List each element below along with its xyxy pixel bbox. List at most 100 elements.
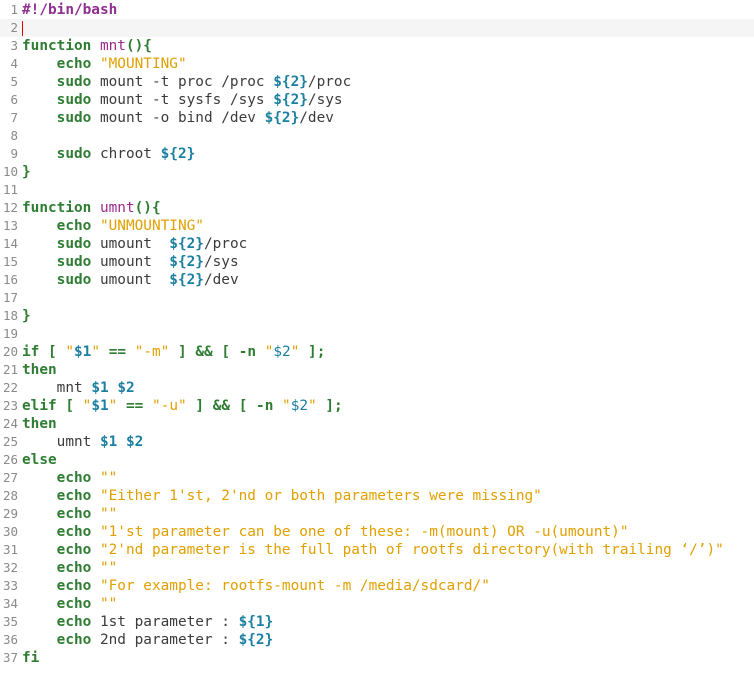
code-line[interactable]: 1 #!/bin/bash bbox=[0, 1, 754, 19]
line-number: 29 bbox=[2, 506, 18, 521]
code-token-op: ] bbox=[178, 344, 187, 360]
code-line[interactable]: 32 echo "" bbox=[0, 559, 754, 577]
code-line[interactable]: 36 echo 2nd parameter : ${2} bbox=[0, 631, 754, 649]
code-token-builtin: echo bbox=[56, 524, 92, 540]
line-content: echo "Either 1'st, 2'nd or both paramete… bbox=[18, 487, 542, 505]
code-line[interactable]: 6 sudo mount -t sysfs /sys ${2}/sys bbox=[0, 91, 754, 109]
line-content: sudo umount ${2}/dev bbox=[18, 271, 239, 289]
code-line[interactable]: 22 mnt $1 $2 bbox=[0, 379, 754, 397]
line-content: echo "UNMOUNTING" bbox=[18, 217, 204, 235]
code-line[interactable]: 2 bbox=[0, 19, 754, 37]
code-line[interactable]: 25 umnt $1 $2 bbox=[0, 433, 754, 451]
code-token-var-b: ${2} bbox=[238, 632, 274, 648]
code-token-text: 2nd parameter : bbox=[91, 632, 239, 648]
line-number: 36 bbox=[2, 632, 18, 647]
line-number: 23 bbox=[2, 398, 18, 413]
code-line[interactable]: 24 then bbox=[0, 415, 754, 433]
line-content: fi bbox=[18, 649, 39, 667]
code-token-op: [ bbox=[65, 398, 74, 414]
code-token-text: /dev bbox=[299, 110, 334, 126]
code-token-builtin: sudo bbox=[56, 272, 92, 288]
code-token-builtin: sudo bbox=[56, 254, 92, 270]
code-token-funcname: mnt bbox=[99, 38, 126, 54]
code-line[interactable]: 9 sudo chroot ${2} bbox=[0, 145, 754, 163]
code-line[interactable]: 20 if [ "$1" == "-m" ] && [ -n "$2" ]; bbox=[0, 343, 754, 361]
code-token-op: } bbox=[22, 164, 31, 180]
line-number: 4 bbox=[10, 56, 18, 71]
line-content: if [ "$1" == "-m" ] && [ -n "$2" ]; bbox=[18, 343, 325, 361]
code-line[interactable]: 8 bbox=[0, 127, 754, 145]
code-token-builtin: echo bbox=[56, 542, 92, 558]
code-token-text: umount bbox=[91, 254, 170, 270]
code-token-text: /dev bbox=[203, 272, 239, 288]
code-token-keyword: function bbox=[22, 38, 92, 54]
code-editor[interactable]: 1 #!/bin/bash 2 3 function mnt(){4 echo "MOU… bbox=[0, 0, 754, 673]
line-number: 12 bbox=[2, 200, 18, 215]
code-token-string: " bbox=[65, 344, 75, 360]
code-line[interactable]: 18} bbox=[0, 307, 754, 325]
code-line[interactable]: 26 else bbox=[0, 451, 754, 469]
code-line[interactable]: 11 bbox=[0, 181, 754, 199]
code-token-keyword: if bbox=[22, 344, 40, 360]
code-line[interactable]: 13 echo "UNMOUNTING" bbox=[0, 217, 754, 235]
code-line[interactable]: 7 sudo mount -o bind /dev ${2}/dev bbox=[0, 109, 754, 127]
code-token-var-b: ${2} bbox=[169, 236, 204, 252]
code-token-builtin: echo bbox=[56, 596, 92, 612]
code-token-op: -n bbox=[256, 398, 274, 414]
code-line[interactable]: 17 bbox=[0, 289, 754, 307]
code-token-keyword: elif bbox=[22, 398, 57, 414]
code-line[interactable]: 27 echo "" bbox=[0, 469, 754, 487]
code-token-builtin: echo bbox=[56, 614, 92, 630]
code-line[interactable]: 29 echo "" bbox=[0, 505, 754, 523]
code-line[interactable]: 28 echo "Either 1'st, 2'nd or both param… bbox=[0, 487, 754, 505]
code-line[interactable]: 15 sudo umount ${2}/sys bbox=[0, 253, 754, 271]
code-token-op: [ bbox=[221, 344, 231, 360]
code-token-builtin: echo bbox=[56, 56, 92, 72]
code-token-builtin: echo bbox=[56, 632, 92, 648]
code-token-string: "-u" bbox=[152, 398, 187, 414]
code-token-var-b: $1 bbox=[74, 344, 92, 360]
code-token-text: mount -t sysfs /sys bbox=[91, 92, 274, 108]
code-line[interactable]: 34 echo "" bbox=[0, 595, 754, 613]
code-line[interactable]: 12 function umnt(){ bbox=[0, 199, 754, 217]
code-line[interactable]: 4 echo "MOUNTING" bbox=[0, 55, 754, 73]
line-content: function mnt(){ bbox=[18, 37, 152, 55]
code-token-builtin: echo bbox=[56, 506, 92, 522]
code-line[interactable]: 16 sudo umount ${2}/dev bbox=[0, 271, 754, 289]
code-token-string: " bbox=[282, 398, 291, 414]
code-token-string: "For example: rootfs-mount -m /media/sdc… bbox=[99, 578, 490, 594]
line-number: 28 bbox=[2, 488, 18, 503]
line-number: 15 bbox=[2, 254, 18, 269]
code-line[interactable]: 21 then bbox=[0, 361, 754, 379]
code-line[interactable]: 19 bbox=[0, 325, 754, 343]
code-token-builtin: echo bbox=[56, 470, 92, 486]
code-line[interactable]: 33 echo "For example: rootfs-mount -m /m… bbox=[0, 577, 754, 595]
code-line[interactable]: 5 sudo mount -t proc /proc ${2}/proc bbox=[0, 73, 754, 91]
code-token-keyword: then bbox=[22, 416, 57, 432]
code-line[interactable]: 3 function mnt(){ bbox=[0, 37, 754, 55]
code-line[interactable]: 30 echo "1'st parameter can be one of th… bbox=[0, 523, 754, 541]
line-number: 5 bbox=[10, 74, 18, 89]
code-line[interactable]: 37 fi bbox=[0, 649, 754, 667]
code-token-builtin: sudo bbox=[56, 92, 92, 108]
line-number: 35 bbox=[2, 614, 18, 629]
code-line[interactable]: 14 sudo umount ${2}/proc bbox=[0, 235, 754, 253]
code-line[interactable]: 31 echo "2'nd parameter is the full path… bbox=[0, 541, 754, 559]
code-line[interactable]: 10} bbox=[0, 163, 754, 181]
code-line[interactable]: 35 echo 1st parameter : ${1} bbox=[0, 613, 754, 631]
line-content: #!/bin/bash bbox=[18, 1, 117, 19]
code-line[interactable]: 23 elif [ "$1" == "-u" ] && [ -n "$2" ]; bbox=[0, 397, 754, 415]
line-number: 34 bbox=[2, 596, 18, 611]
